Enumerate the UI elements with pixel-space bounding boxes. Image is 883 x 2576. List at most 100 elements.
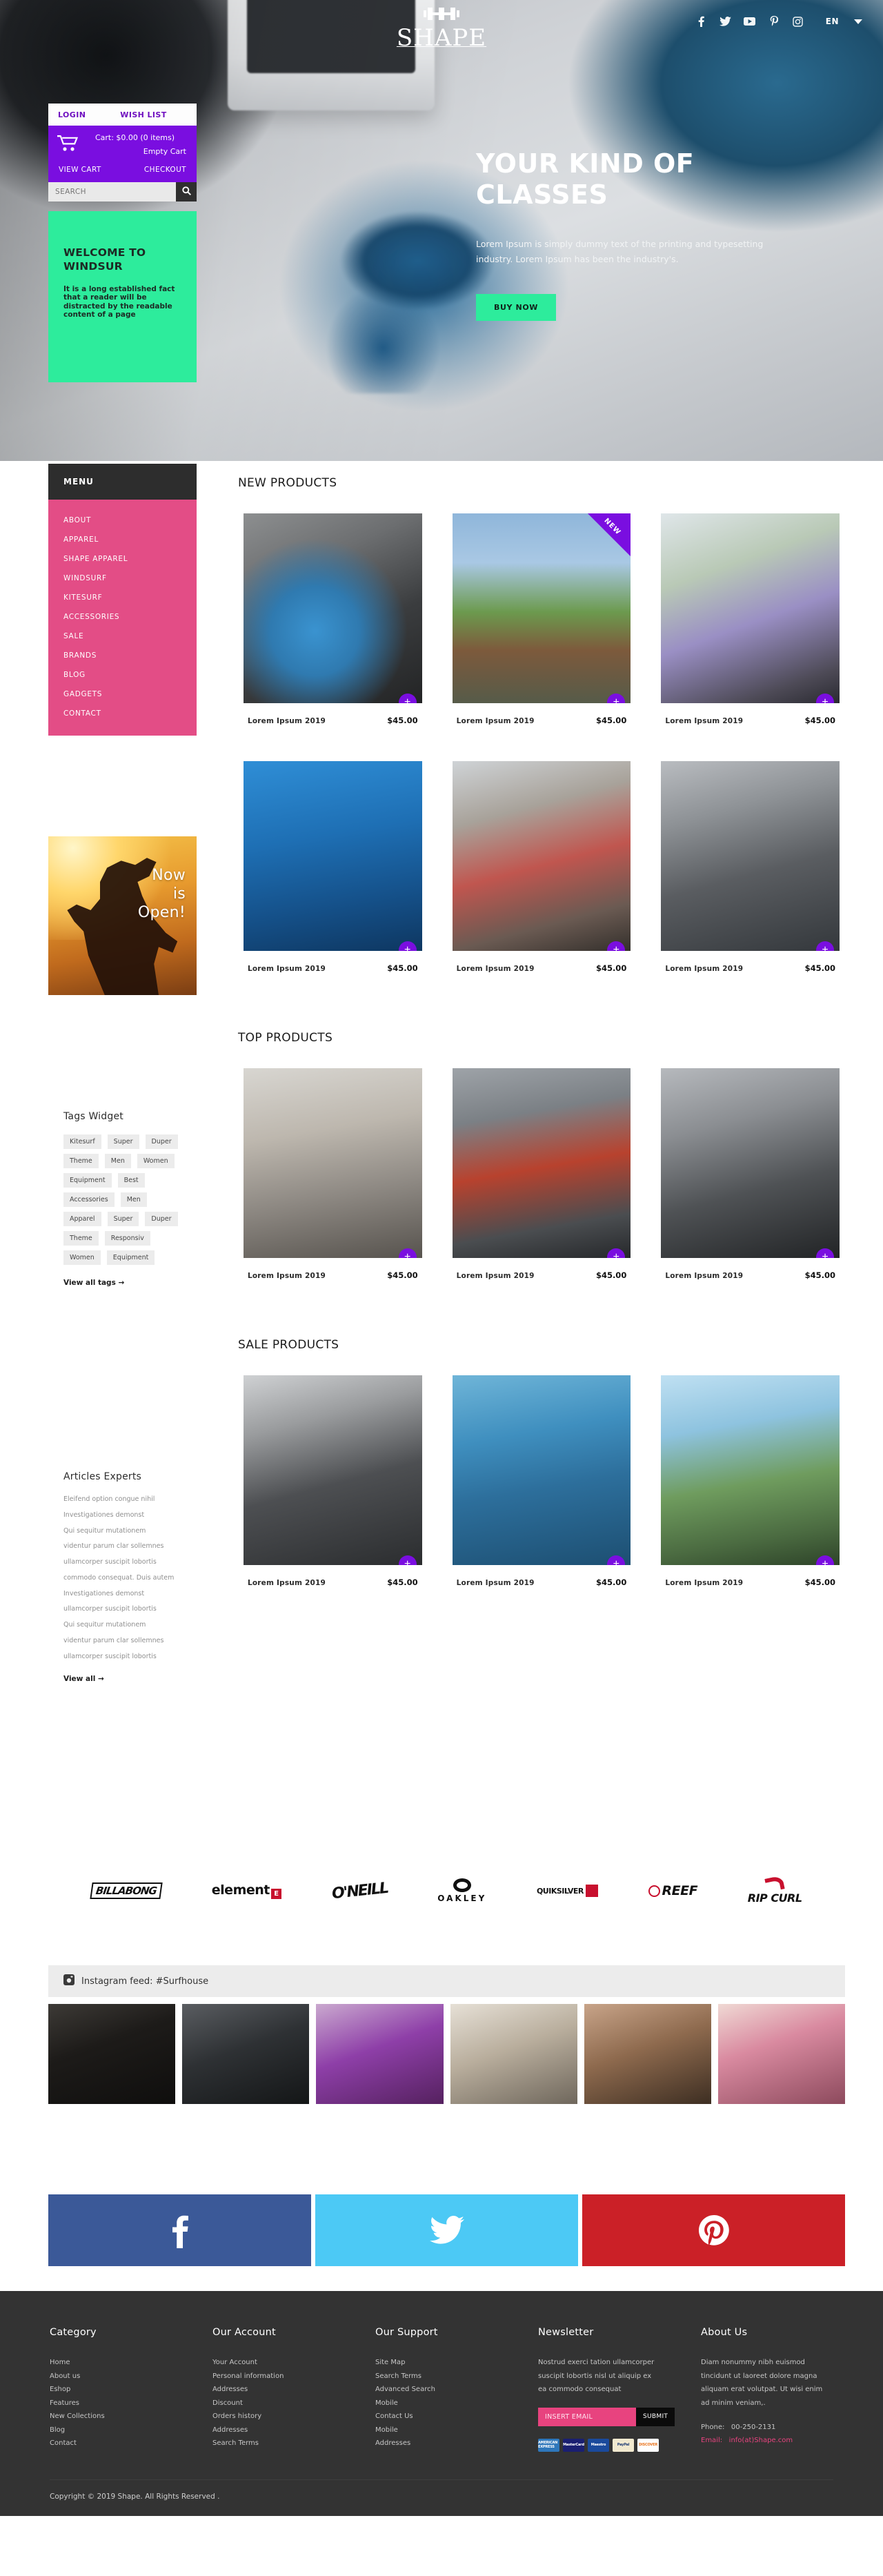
instagram-icon[interactable] <box>792 15 804 28</box>
product-card[interactable]: + Lorem Ipsum 2019 $45.00 <box>238 756 428 984</box>
footer-link[interactable]: Your Account <box>212 2356 375 2370</box>
footer-link[interactable]: Discount <box>212 2397 375 2410</box>
instagram-photo[interactable] <box>182 2004 310 2104</box>
product-image[interactable]: + <box>452 1068 631 1258</box>
instagram-photo[interactable] <box>48 2004 176 2104</box>
product-image[interactable]: + <box>661 761 840 951</box>
site-logo[interactable]: SHAPE <box>0 6 883 50</box>
twitter-banner[interactable] <box>315 2194 578 2266</box>
footer-link[interactable]: Addresses <box>212 2423 375 2437</box>
article-link[interactable]: commodo consequat. Duis autem <box>63 1573 181 1583</box>
menu-item-gadgets[interactable]: GADGETS <box>48 685 197 704</box>
menu-item-accessories[interactable]: ACCESSORIES <box>48 607 197 627</box>
newsletter-submit-button[interactable]: SUBMIT <box>636 2407 675 2426</box>
footer-link[interactable]: Eshop <box>50 2383 212 2397</box>
article-link[interactable]: Qui sequitur mutationem <box>63 1620 181 1630</box>
menu-item-shape-apparel[interactable]: SHAPE APPAREL <box>48 549 197 569</box>
product-card[interactable]: + Lorem Ipsum 2019 $45.00 <box>655 1063 845 1291</box>
article-link[interactable]: Investigationes demonst <box>63 1589 181 1599</box>
product-card[interactable]: + Lorem Ipsum 2019 $45.00 <box>655 756 845 984</box>
view-all-tags-link[interactable]: View all tags → <box>63 1279 124 1287</box>
product-image[interactable]: + <box>661 1375 840 1565</box>
footer-link[interactable]: Site Map <box>375 2356 538 2370</box>
product-image[interactable]: + <box>452 1375 631 1565</box>
pinterest-icon[interactable] <box>768 15 780 28</box>
facebook-icon[interactable] <box>695 15 708 28</box>
tag-chip[interactable]: Women <box>137 1154 175 1168</box>
article-link[interactable]: ullamcorper suscipit lobortis <box>63 1557 181 1567</box>
quiksilver-logo[interactable]: QUIKSILVER <box>537 1885 598 1897</box>
promo-banner-now-open[interactable]: Now is Open! <box>48 836 197 995</box>
product-image[interactable]: + <box>244 761 422 951</box>
footer-link[interactable]: Search Terms <box>375 2370 538 2383</box>
tag-chip[interactable]: Theme <box>63 1231 99 1246</box>
product-card[interactable]: + Lorem Ipsum 2019 $45.00 <box>446 756 637 984</box>
tag-chip[interactable]: Super <box>107 1134 139 1149</box>
article-link[interactable]: Eleifend option congue nihil <box>63 1495 181 1504</box>
menu-item-windsurf[interactable]: WINDSURF <box>48 569 197 588</box>
article-link[interactable]: videntur parum clar sollemnes <box>63 1636 181 1646</box>
hero-buy-now-button[interactable]: BUY NOW <box>476 293 557 321</box>
article-link[interactable]: Investigationes demonst <box>63 1511 181 1520</box>
product-image[interactable]: + <box>661 513 840 703</box>
tag-chip[interactable]: Men <box>104 1154 131 1168</box>
tag-chip[interactable]: Super <box>107 1212 139 1226</box>
view-cart-link[interactable]: VIEW CART <box>59 166 101 174</box>
empty-cart-link[interactable]: Empty Cart <box>83 147 186 156</box>
tag-chip[interactable]: Duper <box>145 1134 178 1149</box>
product-card[interactable]: + Lorem Ipsum 2019 $45.00 <box>446 1370 637 1598</box>
tag-chip[interactable]: Responsiv <box>104 1231 150 1246</box>
facebook-banner[interactable] <box>48 2194 311 2266</box>
footer-link[interactable]: Addresses <box>375 2437 538 2450</box>
footer-link[interactable]: Addresses <box>212 2383 375 2397</box>
instagram-photo[interactable] <box>316 2004 444 2104</box>
product-image[interactable]: + <box>244 1068 422 1258</box>
product-card[interactable]: + Lorem Ipsum 2019 $45.00 <box>238 508 428 736</box>
footer-link[interactable]: Search Terms <box>212 2437 375 2450</box>
product-card[interactable]: + Lorem Ipsum 2019 $45.00 <box>238 1063 428 1291</box>
menu-item-apparel[interactable]: APPAREL <box>48 530 197 549</box>
product-card[interactable]: + Lorem Ipsum 2019 $45.00 <box>238 1370 428 1598</box>
article-link[interactable]: ullamcorper suscipit lobortis <box>63 1652 181 1662</box>
instagram-photo[interactable] <box>717 2004 845 2104</box>
element-logo[interactable]: element E <box>212 1882 281 1899</box>
email-value[interactable]: info(at)Shape.com <box>729 2437 793 2444</box>
footer-link[interactable]: Orders history <box>212 2410 375 2423</box>
product-card[interactable]: + Lorem Ipsum 2019 $45.00 <box>655 508 845 736</box>
menu-item-sale[interactable]: SALE <box>48 627 197 646</box>
menu-item-contact[interactable]: CONTACT <box>48 704 197 723</box>
product-image[interactable]: + <box>244 513 422 703</box>
tag-chip[interactable]: Equipment <box>63 1173 112 1188</box>
footer-link[interactable]: Home <box>50 2356 212 2370</box>
billabong-logo[interactable]: BILLABONG <box>90 1882 163 1899</box>
menu-item-brands[interactable]: BRANDS <box>48 646 197 665</box>
product-card[interactable]: NEW + Lorem Ipsum 2019 $45.00 <box>446 508 637 736</box>
article-link[interactable]: Qui sequitur mutationem <box>63 1526 181 1536</box>
instagram-photo[interactable] <box>450 2004 577 2104</box>
language-selector[interactable]: EN <box>826 17 862 26</box>
footer-link[interactable]: Blog <box>50 2423 212 2437</box>
pinterest-banner[interactable] <box>582 2194 845 2266</box>
tag-chip[interactable]: Theme <box>63 1154 99 1168</box>
login-link[interactable]: LOGIN <box>58 110 86 119</box>
footer-link[interactable]: Contact <box>50 2437 212 2450</box>
menu-item-about[interactable]: ABOUT <box>48 511 197 530</box>
tag-chip[interactable]: Women <box>63 1250 101 1265</box>
product-image[interactable]: + <box>244 1375 422 1565</box>
product-card[interactable]: + Lorem Ipsum 2019 $45.00 <box>446 1063 637 1291</box>
product-image[interactable]: + <box>661 1068 840 1258</box>
tag-chip[interactable]: Kitesurf <box>63 1134 101 1149</box>
oneill-logo[interactable]: O'NEILL <box>330 1879 388 1902</box>
tag-chip[interactable]: Accessories <box>63 1192 115 1207</box>
oakley-logo[interactable]: OAKLEY <box>437 1878 486 1903</box>
menu-item-blog[interactable]: BLOG <box>48 665 197 685</box>
footer-link[interactable]: Mobile <box>375 2397 538 2410</box>
footer-link[interactable]: Mobile <box>375 2423 538 2437</box>
ripcurl-logo[interactable]: RIP CURL <box>748 1875 802 1905</box>
product-image[interactable]: + <box>452 761 631 951</box>
footer-link[interactable]: Personal information <box>212 2370 375 2383</box>
footer-link[interactable]: Contact Us <box>375 2410 538 2423</box>
youtube-icon[interactable] <box>744 15 756 28</box>
product-card[interactable]: + Lorem Ipsum 2019 $45.00 <box>655 1370 845 1598</box>
checkout-link[interactable]: CHECKOUT <box>144 166 186 174</box>
